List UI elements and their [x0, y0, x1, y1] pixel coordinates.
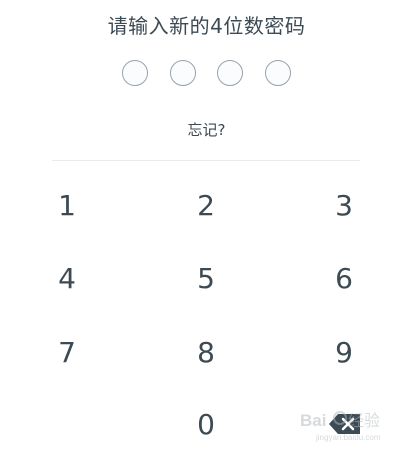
keypad-key-9[interactable]: 9 [309, 328, 379, 378]
pin-indicator [0, 60, 413, 86]
svg-text:Bai: Bai [300, 411, 326, 430]
keypad-key-3[interactable]: 3 [309, 181, 379, 231]
keypad-key-2[interactable]: 2 [171, 181, 241, 231]
forgot-password-link[interactable]: 忘记? [0, 120, 413, 140]
keypad-key-4[interactable]: 4 [32, 254, 102, 304]
keypad-key-1[interactable]: 1 [32, 181, 102, 231]
pin-dot-4 [265, 60, 291, 86]
pin-dot-1 [122, 60, 148, 86]
page-title: 请输入新的4位数密码 [107, 14, 306, 38]
backspace-icon [329, 414, 360, 434]
pin-dot-3 [217, 60, 243, 86]
backspace-button[interactable] [326, 404, 362, 444]
divider [52, 160, 360, 161]
keypad-key-5[interactable]: 5 [171, 254, 241, 304]
keypad-key-6[interactable]: 6 [309, 254, 379, 304]
pin-dot-2 [170, 60, 196, 86]
keypad-key-8[interactable]: 8 [171, 328, 241, 378]
keypad-key-7[interactable]: 7 [32, 328, 102, 378]
keypad-key-0[interactable]: 0 [171, 400, 241, 450]
